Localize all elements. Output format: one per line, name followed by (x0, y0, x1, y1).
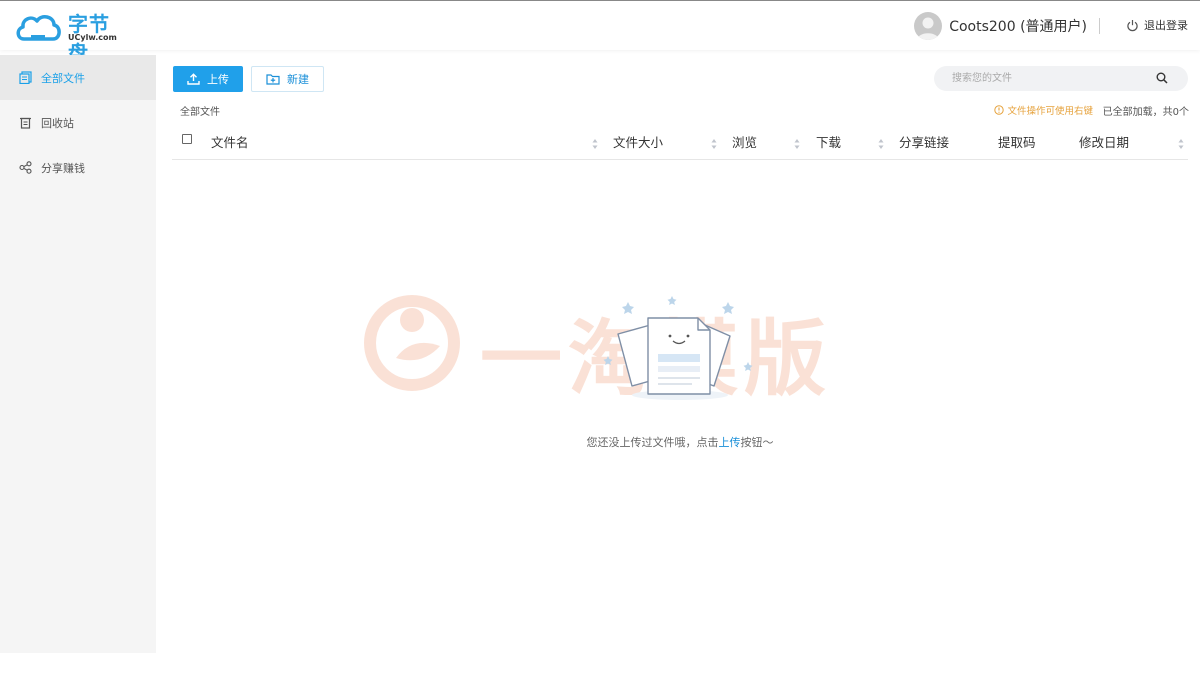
info-circle-icon (994, 105, 1005, 115)
sidebar-item-label: 回收站 (41, 116, 74, 130)
sort-icon[interactable] (1178, 135, 1184, 149)
trash-icon (20, 117, 31, 129)
tip-text: 文件操作可使用右键 (1007, 106, 1093, 117)
column-header-share-link: 分享链接 (899, 135, 950, 150)
context-menu-tip: 文件操作可使用右键 (994, 103, 1093, 117)
table-header: 文件名 文件大小 浏览 下载 分享链接 提取码 修改日期 (172, 122, 1188, 160)
files-icon (19, 71, 32, 84)
new-label: 新建 (287, 73, 309, 86)
sort-icon[interactable] (711, 135, 717, 149)
search-icon[interactable] (1156, 72, 1168, 84)
user-name: Coots200 (普通用户) (949, 19, 1087, 35)
logo[interactable]: 字节盘 UCylw.com (14, 7, 124, 65)
power-icon (1127, 19, 1138, 31)
file-count: 已全部加载，共0个 (1102, 107, 1189, 118)
sidebar: 全部文件 回收站 分享赚钱 (0, 55, 156, 653)
logout-label: 退出登录 (1144, 19, 1188, 32)
upload-label: 上传 (207, 73, 229, 86)
header-divider (1099, 18, 1100, 34)
upload-button[interactable]: 上传 (173, 66, 243, 92)
empty-files-illustration (603, 296, 753, 400)
empty-text-after: 按钮～ (740, 436, 774, 449)
avatar[interactable] (914, 12, 943, 40)
new-folder-button[interactable]: 新建 (251, 66, 324, 92)
empty-state-message: 您还没上传过文件哦，点击上传按钮～ (0, 434, 1200, 450)
user-info[interactable]: Coots200 (普通用户) (914, 12, 1100, 40)
logout-button[interactable]: 退出登录 (1126, 17, 1188, 33)
sidebar-item-all-files[interactable]: 全部文件 (0, 55, 156, 100)
column-header-size[interactable]: 文件大小 (613, 132, 663, 151)
sort-icon[interactable] (878, 135, 884, 149)
user-icon (917, 17, 940, 40)
empty-text-before: 您还没上传过文件哦，点击 (586, 436, 719, 449)
empty-upload-link[interactable]: 上传 (719, 436, 741, 449)
top-header: 字节盘 UCylw.com Coots200 (普通用户) 退出登录 (0, 0, 1200, 65)
breadcrumb[interactable]: 全部文件 (180, 103, 220, 118)
cloud-logo-icon (16, 15, 61, 41)
column-header-name[interactable]: 文件名 (211, 132, 249, 151)
sidebar-item-share-earn[interactable]: 分享赚钱 (0, 145, 156, 190)
column-header-extract-code: 提取码 (998, 135, 1036, 150)
column-header-downloads[interactable]: 下载 (816, 132, 841, 151)
sort-icon[interactable] (794, 135, 800, 149)
search-input[interactable] (952, 66, 1152, 91)
sidebar-item-recycle-bin[interactable]: 回收站 (0, 100, 156, 145)
sidebar-item-label: 全部文件 (41, 71, 85, 85)
select-all-checkbox[interactable] (182, 134, 192, 144)
search-box (934, 66, 1188, 91)
logo-subtitle: UCylw.com (68, 33, 117, 42)
upload-icon (187, 73, 200, 85)
sidebar-item-label: 分享赚钱 (41, 161, 85, 175)
folder-add-icon (266, 74, 280, 85)
share-icon (19, 161, 32, 174)
column-header-views[interactable]: 浏览 (732, 132, 757, 151)
sort-icon[interactable] (592, 135, 598, 149)
watermark-logo-icon (364, 295, 460, 391)
column-header-modified-date[interactable]: 修改日期 (1079, 132, 1129, 151)
